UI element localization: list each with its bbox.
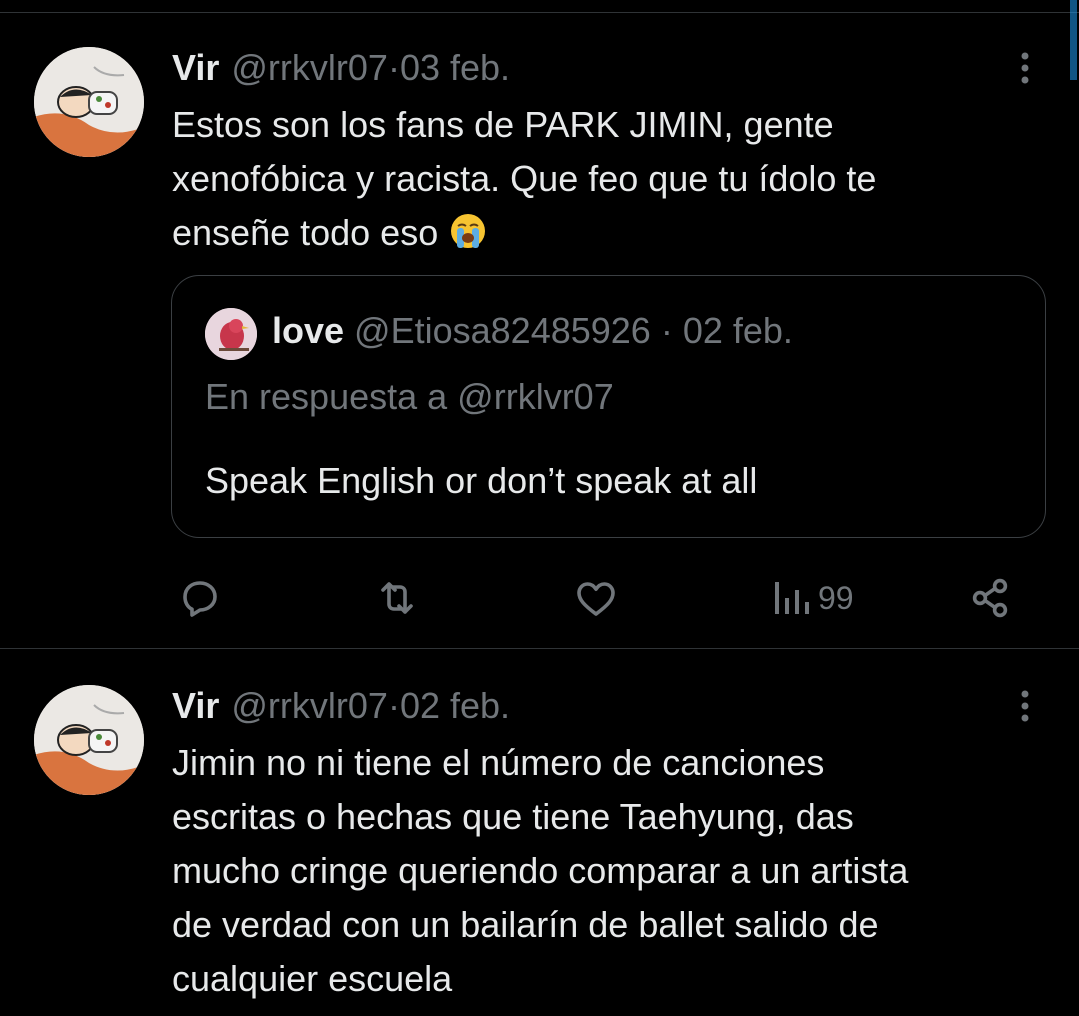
user-handle[interactable]: @rrkvlr07: [231, 685, 388, 727]
tweet-divider: [0, 648, 1079, 649]
views-count: 99: [818, 579, 854, 616]
quoted-avatar[interactable]: [205, 308, 257, 360]
quoted-timestamp[interactable]: 02 feb.: [683, 310, 793, 351]
top-divider: [0, 12, 1079, 13]
like-icon: [577, 582, 615, 616]
quoted-header: love @Etiosa82485926 · 02 feb.: [272, 310, 793, 352]
tweet-text-line: xenofóbica y racista. Que feo que tu ído…: [172, 158, 877, 199]
like-button[interactable]: [572, 570, 620, 626]
display-name[interactable]: Vir: [172, 685, 219, 727]
reply-context: En respuesta a @rrklvr07: [205, 376, 614, 418]
separator: ·: [650, 310, 683, 351]
separator: ·: [387, 47, 400, 88]
timestamp[interactable]: 02 feb.: [400, 685, 510, 727]
quoted-display-name[interactable]: love: [272, 310, 344, 351]
share-icon: [972, 578, 1008, 618]
retweet-icon: [381, 582, 413, 614]
display-name[interactable]: Vir: [172, 47, 219, 89]
tweet-header: Vir @rrkvlr07 · 02 feb.: [172, 684, 510, 728]
tweet-text-line: de verdad con un bailarín de ballet sali…: [172, 904, 879, 945]
quoted-text: Speak English or don’t speak at all: [205, 460, 758, 501]
tweet-text-line: enseñe todo eso: [172, 212, 439, 253]
views-icon: [775, 582, 809, 614]
reply-button[interactable]: [176, 570, 224, 626]
reply-to-handle[interactable]: @rrklvr07: [457, 376, 614, 417]
action-bar: 99: [0, 570, 1079, 626]
loudly-crying-face-icon: [448, 211, 488, 251]
reply-icon: [183, 581, 217, 617]
more-options-icon[interactable]: [1012, 686, 1038, 726]
separator: ·: [387, 685, 400, 726]
avatar[interactable]: [34, 685, 144, 795]
tweet-text-line: mucho cringe queriendo comparar a un art…: [172, 850, 909, 891]
tweet-text: Jimin no ni tiene el número de canciones…: [172, 736, 1052, 1006]
reply-prefix: En respuesta a: [205, 376, 448, 417]
quoted-user-handle[interactable]: @Etiosa82485926: [354, 310, 651, 351]
more-options-icon[interactable]: [1012, 48, 1038, 88]
tweet-header: Vir @rrkvlr07 · 03 feb.: [172, 46, 510, 90]
scrollbar[interactable]: [1070, 0, 1077, 80]
tweet-text-line: Jimin no ni tiene el número de canciones: [172, 742, 825, 783]
tweet-text-line: Estos son los fans de PARK JIMIN, gente: [172, 104, 834, 145]
user-handle[interactable]: @rrkvlr07: [231, 47, 388, 89]
retweet-button[interactable]: [372, 570, 422, 626]
tweet-text: Estos son los fans de PARK JIMIN, gente …: [172, 98, 1052, 260]
quoted-tweet[interactable]: love @Etiosa82485926 · 02 feb. En respues…: [171, 275, 1046, 538]
tweet-text-line: escritas o hechas que tiene Taehyung, da…: [172, 796, 854, 837]
tweet-text-line: cualquier escuela: [172, 958, 453, 999]
share-button[interactable]: [966, 570, 1014, 626]
timestamp[interactable]: 03 feb.: [400, 47, 510, 89]
views-button[interactable]: 99: [770, 570, 854, 626]
avatar[interactable]: [34, 47, 144, 157]
